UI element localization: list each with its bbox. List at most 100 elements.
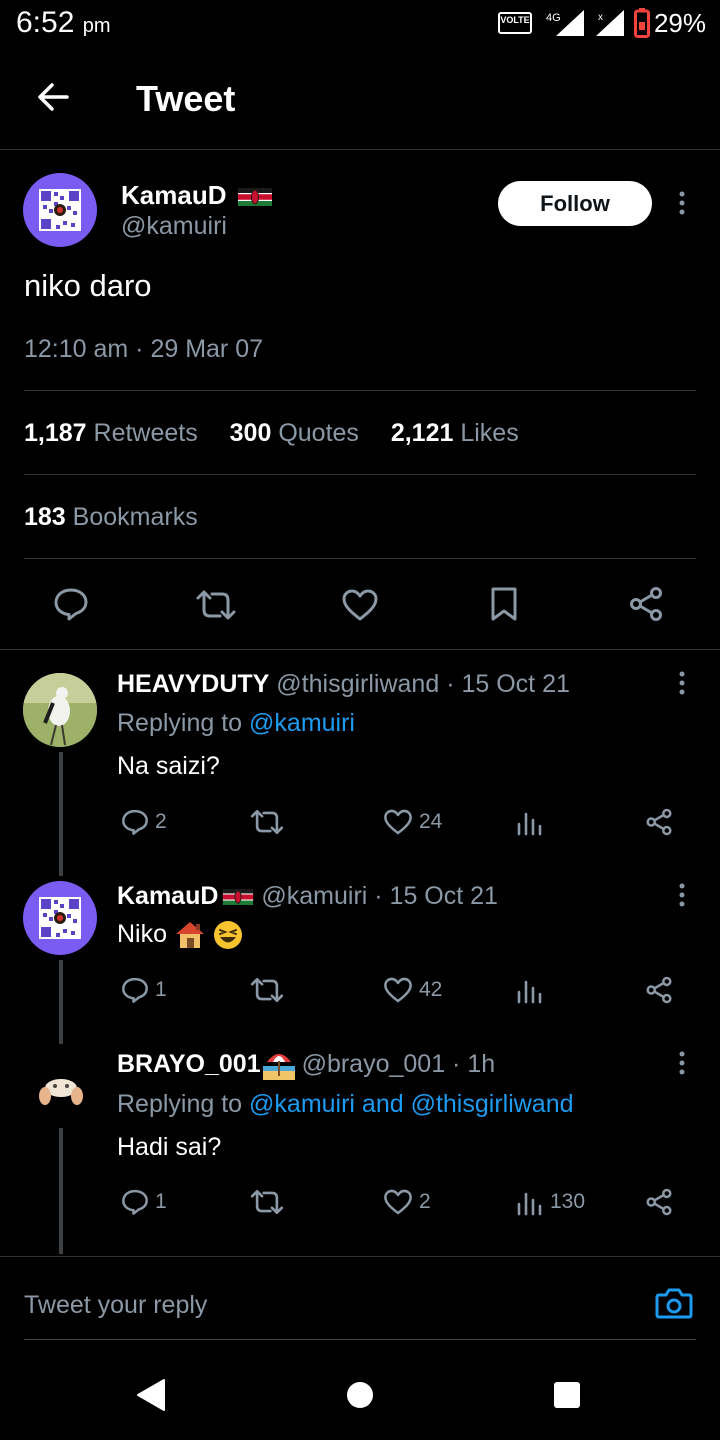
kenya-flag-icon <box>237 188 272 207</box>
likes-count: 2,121 <box>390 419 454 447</box>
bookmark-icon[interactable] <box>489 586 519 622</box>
camera-icon[interactable] <box>655 1286 693 1320</box>
follow-button[interactable]: Follow <box>498 181 652 226</box>
more-options-icon[interactable] <box>678 190 686 220</box>
reply-text: Niko <box>117 920 168 948</box>
reply-input[interactable] <box>24 1285 624 1325</box>
header-divider <box>0 149 720 150</box>
reply-author-handle[interactable]: @kamuiri <box>261 882 367 910</box>
heart-icon[interactable] <box>383 808 413 836</box>
avatar[interactable] <box>23 673 97 747</box>
tweet-timestamp[interactable]: 12:10 am · 29 Mar 07 <box>24 335 263 364</box>
bird-avatar-image <box>23 673 97 747</box>
retweets-stat[interactable]: 1,187 Retweets <box>24 419 198 447</box>
reply-header: BRAYO_001 @brayo_001 · 1h <box>117 1050 495 1081</box>
composer-divider-top <box>0 1256 720 1257</box>
reply-icon[interactable] <box>121 976 149 1004</box>
page-title: Tweet <box>136 78 236 119</box>
battery-icon <box>634 8 650 38</box>
likes-label: Likes <box>460 419 519 447</box>
reply-author-name[interactable]: BRAYO_001 <box>117 1050 261 1078</box>
replying-to: Replying to @kamuiri <box>117 709 355 738</box>
author-handle[interactable]: @kamuiri <box>121 212 227 241</box>
heart-icon[interactable] <box>383 1188 413 1216</box>
retweet-icon[interactable] <box>250 808 284 836</box>
status-time: 6:52 pm <box>16 6 111 40</box>
reply-author-name[interactable]: KamauD <box>117 882 218 910</box>
quotes-stat[interactable]: 300 Quotes <box>230 419 359 447</box>
engagement-stats: 1,187 Retweets 300 Quotes 2,121 Likes <box>24 419 519 448</box>
author-name[interactable]: KamauD <box>121 180 226 210</box>
reply-author-name[interactable]: HEAVYDUTY <box>117 670 269 698</box>
reply-count: 1 <box>155 978 167 1001</box>
like-count: 42 <box>419 978 443 1001</box>
laughing-emoji-icon <box>213 921 242 950</box>
retweet-icon[interactable] <box>250 976 284 1004</box>
reply-date[interactable]: · 1h <box>452 1050 495 1078</box>
author-name-row[interactable]: KamauD <box>121 180 272 211</box>
stats-divider-top <box>24 390 696 391</box>
back-arrow-icon[interactable] <box>36 80 70 114</box>
like-count: 2 <box>419 1190 431 1213</box>
share-icon[interactable] <box>645 808 673 836</box>
status-time-value: 6:52 <box>16 6 75 39</box>
thread-line <box>59 752 63 876</box>
reply-date[interactable]: · 15 Oct 21 <box>374 882 498 910</box>
stats-divider-bottom <box>24 558 696 559</box>
reply-author-handle[interactable]: @thisgirliwand <box>276 670 439 698</box>
nav-home-icon[interactable] <box>346 1381 374 1409</box>
views-icon[interactable] <box>516 1190 542 1216</box>
views-icon[interactable] <box>516 978 542 1004</box>
beach-umbrella-emoji-icon <box>262 1054 295 1081</box>
replying-to-label: Replying to <box>117 1090 243 1118</box>
volte-icon: VOLTE <box>498 12 532 34</box>
nav-back-icon[interactable] <box>136 1378 166 1412</box>
retweets-count: 1,187 <box>24 419 87 447</box>
volte-label: VOLTE <box>500 15 530 25</box>
stats-divider-mid <box>24 474 696 475</box>
reply-author-handle[interactable]: @brayo_001 <box>302 1050 446 1078</box>
qr-avatar-image <box>39 189 81 231</box>
avatar[interactable] <box>33 1062 89 1118</box>
replying-to: Replying to @kamuiri and @thisgirliwand <box>117 1090 574 1119</box>
reply-icon[interactable] <box>121 1188 149 1216</box>
likes-stat[interactable]: 2,121 Likes <box>391 419 519 447</box>
kenya-flag-icon <box>223 889 254 906</box>
share-icon[interactable] <box>645 976 673 1004</box>
composer-divider-bottom <box>24 1339 696 1340</box>
reply-header: HEAVYDUTY @thisgirliwand · 15 Oct 21 <box>117 670 570 699</box>
reply-text: Na saizi? <box>117 752 220 780</box>
heart-icon[interactable] <box>341 588 379 622</box>
heart-icon[interactable] <box>383 976 413 1004</box>
avatar[interactable] <box>23 173 97 247</box>
avatar[interactable] <box>23 881 97 955</box>
nav-recents-icon[interactable] <box>553 1381 581 1409</box>
more-options-icon[interactable] <box>678 882 686 912</box>
retweet-icon[interactable] <box>196 588 236 622</box>
share-icon[interactable] <box>645 1188 673 1216</box>
quotes-label: Quotes <box>278 419 359 447</box>
replying-to-link[interactable]: @kamuiri and @thisgirliwand <box>249 1090 574 1118</box>
svg-text:x: x <box>598 12 603 23</box>
reply-date[interactable]: · 15 Oct 21 <box>446 670 570 698</box>
more-options-icon[interactable] <box>678 670 686 700</box>
bookmarks-label: Bookmarks <box>72 503 198 531</box>
reply-icon[interactable] <box>121 808 149 836</box>
reply-count: 2 <box>155 810 167 833</box>
reply-icon[interactable] <box>53 586 89 622</box>
more-options-icon[interactable] <box>678 1050 686 1080</box>
reply-text-row: Niko <box>117 920 243 950</box>
share-icon[interactable] <box>628 586 664 622</box>
bookmarks-count: 183 <box>24 503 66 531</box>
view-count: 130 <box>550 1190 586 1213</box>
retweet-icon[interactable] <box>250 1188 284 1216</box>
signal-icon <box>556 10 584 36</box>
signal-icon-2: x <box>596 10 624 36</box>
views-icon[interactable] <box>516 810 542 836</box>
replying-to-link[interactable]: @kamuiri <box>249 709 355 737</box>
hands-controller-avatar-image <box>39 1079 83 1105</box>
main-tweet-divider <box>0 649 720 650</box>
replying-to-label: Replying to <box>117 709 243 737</box>
bookmarks-stat[interactable]: 183 Bookmarks <box>24 503 198 532</box>
status-ampm: pm <box>82 15 111 37</box>
